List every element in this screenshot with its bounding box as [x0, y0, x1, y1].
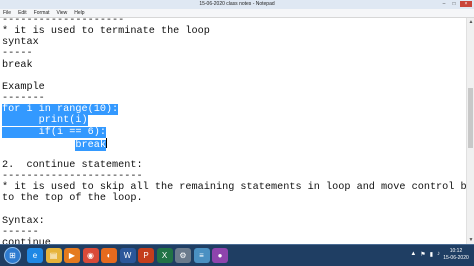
text-line: * it is used to skip all the remaining s… [2, 182, 466, 194]
window-title: 15-06-2020 class notes - Notepad [199, 1, 275, 7]
menu-format[interactable]: Format [34, 9, 50, 17]
menu-bar: File Edit Format View Help [0, 9, 474, 18]
text-line: syntax [2, 37, 39, 49]
tray-icon[interactable]: ▮ [430, 251, 433, 258]
file-explorer-icon[interactable]: ▤ [45, 248, 62, 263]
menu-edit[interactable]: Edit [18, 9, 27, 17]
vertical-scrollbar[interactable]: ▲ ▼ [466, 18, 474, 244]
text-line: ------- [2, 93, 45, 105]
selected-text: break [75, 139, 106, 151]
menu-view[interactable]: View [57, 9, 68, 17]
chrome-icon[interactable]: ◉ [82, 248, 99, 263]
system-tray: ▲ ⚑ ▮ ♪ [410, 251, 440, 258]
text-line: Example [2, 81, 45, 93]
taskbar: ⊞ ▲ ⚑ ▮ ♪ 10:12 15-06-2020 e ▤ ▶ ◉ ◐ W P X ⚙ ≡ ● [0, 244, 474, 266]
internet-explorer-icon[interactable]: e [27, 248, 43, 263]
text-caret [105, 137, 107, 148]
menu-file[interactable]: File [3, 9, 11, 17]
text-line: ------ [2, 226, 39, 238]
tray-icon[interactable]: ▲ [410, 251, 416, 258]
scroll-up-arrow-icon[interactable]: ▲ [467, 18, 474, 26]
recorder-icon[interactable]: ● [212, 248, 228, 263]
settings-icon[interactable]: ⚙ [175, 248, 191, 263]
text-line: Syntax: [2, 215, 45, 227]
windows-logo-icon[interactable]: ⊞ [4, 247, 21, 264]
menu-help[interactable]: Help [74, 9, 84, 17]
text-line: -------------------- [2, 18, 125, 26]
window-controls: – □ × [440, 1, 472, 7]
text-line: if(i == 6): [2, 126, 106, 138]
selected-text: for i in range(10): [2, 104, 119, 116]
maximize-button[interactable]: □ [450, 1, 458, 7]
text-line: print(i) [2, 115, 88, 127]
powerpoint-icon[interactable]: P [138, 248, 154, 263]
selected-text: print(i) [2, 115, 88, 127]
text-editor-area[interactable]: -------------------- * it is used to term… [0, 18, 466, 244]
notepad-icon[interactable]: ≡ [193, 248, 210, 263]
close-button[interactable]: × [460, 1, 472, 7]
text-line: break [2, 59, 33, 71]
clock-date: 15-06-2020 [443, 255, 469, 261]
selected-text: if(i == 6): [2, 126, 106, 138]
clock-time: 10:12 [449, 248, 463, 254]
text-line: break [2, 137, 107, 151]
scrollbar-thumb[interactable] [468, 88, 473, 148]
firefox-icon[interactable]: ◐ [101, 248, 117, 263]
word-icon[interactable]: W [119, 248, 136, 263]
text-line: for i in range(10): [2, 104, 119, 116]
excel-icon[interactable]: X [156, 248, 173, 263]
text-line: ----------------------- [2, 171, 143, 183]
text-line: 2. continue statement: [2, 159, 143, 171]
text-line: to the top of the loop. [2, 193, 143, 205]
text-line: ----- [2, 48, 33, 60]
scroll-down-arrow-icon[interactable]: ▼ [467, 236, 474, 244]
media-player-icon[interactable]: ▶ [64, 248, 80, 263]
minimize-button[interactable]: – [440, 1, 448, 7]
clock[interactable]: 10:12 15-06-2020 [440, 248, 472, 262]
tray-icon[interactable]: ⚑ [420, 251, 425, 258]
text-line: * it is used to terminate the loop [2, 26, 210, 38]
